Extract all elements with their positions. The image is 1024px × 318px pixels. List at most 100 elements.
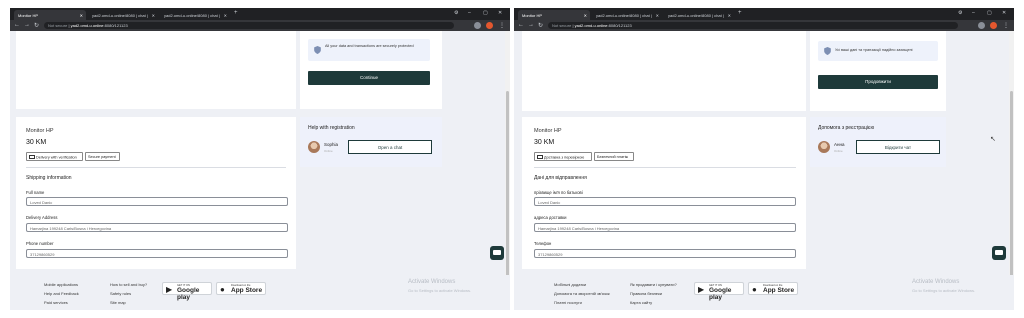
close-tab-icon[interactable]: ✕ [584,13,587,18]
tab-active[interactable]: Monitor HP ✕ [518,10,590,20]
forward-icon[interactable]: → [528,22,534,28]
chip-label: Безпечний платіж [597,155,629,159]
chip-label: Secure payment [88,155,116,159]
maximize-icon[interactable]: ▢ [987,10,992,16]
minimize-icon[interactable]: – [468,10,471,16]
maximize-icon[interactable]: ▢ [483,10,488,16]
back-icon[interactable]: ← [14,22,20,28]
delivery-chip: Доставка з перевіркою [534,152,592,161]
url-field[interactable]: Not secure | yad2.omd-u.online:8080/1211… [44,22,454,29]
google-play-badge[interactable]: ▶ GET IT ON Google play [162,282,212,301]
close-tab-icon[interactable]: ✕ [80,13,83,18]
url-host: yad2.omd-u.online [574,23,608,28]
close-tab-icon[interactable]: ✕ [728,13,731,18]
google-play-icon: ▶ [166,285,173,294]
footer-link[interactable]: Мобільні додатки [554,282,586,287]
footer-link[interactable]: Як продавати і купувати? [630,282,677,287]
extension-icon[interactable] [978,22,985,29]
activate-windows-sub: Go to Settings to activate Windows. [912,288,976,293]
url-field[interactable]: Not secure | yad2.omd-u.online:8080/1211… [548,22,958,29]
menu-icon[interactable]: ⋮ [499,22,505,29]
address-field[interactable]: Hamarjina 199248 Сarls/Bosna i Hercegovi… [26,223,288,232]
not-secure-label: Not secure [552,23,572,28]
profile-avatar[interactable] [486,22,493,29]
footer-link[interactable]: Site map [110,300,126,305]
app-store-badge[interactable]: ● Download on the App Store [216,282,266,295]
phone-field[interactable]: 37129860529 [534,249,796,258]
scrollbar-thumb[interactable] [506,91,509,291]
product-price: 30 KM [26,139,47,146]
secure-payment-chip: Безпечний платіж [594,152,634,161]
reload-icon[interactable]: ↻ [34,22,39,29]
new-tab-icon[interactable]: + [234,10,238,16]
help-card: Допомога з реєстрацією Анна Online Відкр… [810,117,946,167]
continue-button[interactable]: Продовжити [818,75,938,89]
agent-status: Online [834,149,843,153]
footer-link[interactable]: Paid services [44,300,68,305]
order-card: Monitor HP 30 KM Доставка з перевіркою Б… [522,117,806,269]
divider [26,167,286,168]
footer-link[interactable]: Допомога та зворотній зв'язок [554,291,610,296]
address-label: Delivery Address [26,215,58,220]
full-name-label: прізвище ім'я по батькові [534,190,583,195]
close-tab-icon[interactable]: ✕ [152,13,155,18]
not-secure-label: Not secure [48,23,68,28]
tab[interactable]: yad2.omd-u.online/8080 | chat | ✕ [592,10,662,20]
footer-link[interactable]: Help and Feedback [44,291,79,296]
tab[interactable]: yad2.omd-u.online/8080 | chat | ✕ [88,10,158,20]
browser-window-right: Monitor HP ✕ yad2.omd-u.online/8080 | cha… [514,8,1014,310]
open-chat-button[interactable]: Open a chat [348,140,432,154]
google-play-badge[interactable]: ▶ GET IT ON Google play [694,282,744,301]
delivery-chip: Delivery with verification [26,152,83,161]
footer-link[interactable]: How to sell and buy? [110,282,147,287]
badge-big-text: App Store [763,287,795,294]
close-window-icon[interactable]: ✕ [1002,10,1006,16]
security-notice: Усі ваші дані та транзакції надійно захи… [818,41,938,61]
minimize-icon[interactable]: – [972,10,975,16]
badge-big-text: Google play [709,287,732,301]
activate-windows-title: Activate Windows [912,279,960,285]
chat-icon[interactable] [490,246,504,260]
close-window-icon[interactable]: ✕ [498,10,502,16]
footer: Мобільні додатки Допомога та зворотній з… [514,275,1014,310]
tab[interactable]: yad2.omd-u.online/8080 | chat | ✕ [664,10,734,20]
security-notice: All your data and transactions are secur… [308,39,430,61]
open-chat-button[interactable]: Відкрити чат [856,140,940,154]
address-field[interactable]: Hamarjina 199248 Сarls/Bosna i Hercegovi… [534,223,796,232]
footer-link[interactable]: Safety rules [110,291,131,296]
full-name-field[interactable]: Loved Danic [534,197,796,206]
tab-label: yad2.omd-u.online/8080 | chat | [164,13,220,18]
close-tab-icon[interactable]: ✕ [656,13,659,18]
app-store-badge[interactable]: ● Download on the App Store [748,282,798,295]
tab-label: yad2.omd-u.online/8080 | chat | [596,13,652,18]
page-viewport: Усі ваші дані та транзакції надійно захи… [514,31,1014,310]
shield-icon [824,47,831,55]
tab[interactable]: yad2.omd-u.online/8080 | chat | ✕ [160,10,230,20]
back-icon[interactable]: ← [518,22,524,28]
shipping-title: Shipping information [26,175,72,181]
new-tab-icon[interactable]: + [738,10,742,16]
settings-icon[interactable]: ⚙ [454,10,458,16]
phone-field[interactable]: 37129860529 [26,249,288,258]
tab-active[interactable]: Monitor HP ✕ [14,10,86,20]
footer-link[interactable]: Правила безпеки [630,291,662,296]
truck-icon [537,155,543,159]
forward-icon[interactable]: → [24,22,30,28]
reload-icon[interactable]: ↻ [538,22,543,29]
address-bar: ← → ↻ Not secure | yad2.omd-u.online:808… [10,20,510,31]
footer-link[interactable]: Платні послуги [554,300,582,305]
full-name-field[interactable]: Loved Danic [26,197,288,206]
footer-link[interactable]: Карта сайту [630,300,652,305]
scrollbar-thumb[interactable] [1010,91,1013,291]
tab-strip: Monitor HP ✕ yad2.omd-u.online/8080 | cha… [514,8,1014,20]
continue-button[interactable]: Continue [308,71,430,85]
chat-icon[interactable] [992,246,1006,260]
menu-icon[interactable]: ⋮ [1003,22,1009,29]
phone-label: Телефон [534,241,552,246]
activate-windows-title: Activate Windows [408,279,456,285]
extension-icon[interactable] [474,22,481,29]
settings-icon[interactable]: ⚙ [958,10,962,16]
profile-avatar[interactable] [990,22,997,29]
footer-link[interactable]: Mobile applications [44,282,78,287]
close-tab-icon[interactable]: ✕ [224,13,227,18]
